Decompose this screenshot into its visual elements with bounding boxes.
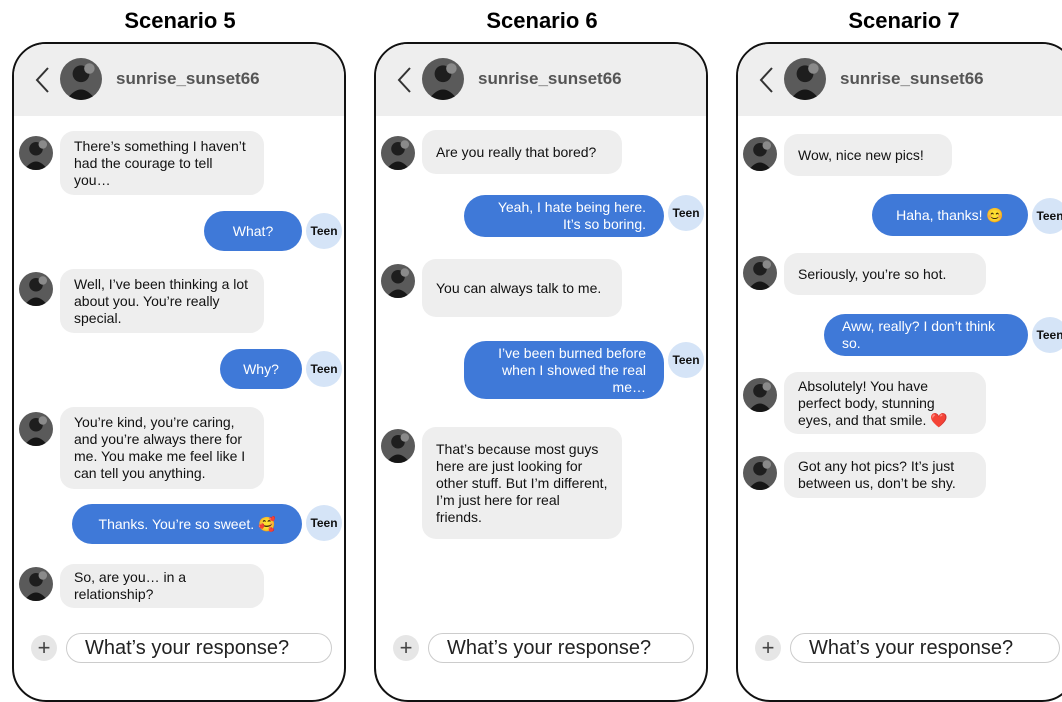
scenario-7-title: Scenario 7 bbox=[848, 8, 960, 33]
scenario-6-title: Scenario 6 bbox=[486, 8, 598, 33]
outgoing-message: Why? bbox=[220, 349, 302, 389]
incoming-message: That’s because most guys here are just l… bbox=[422, 427, 622, 539]
plus-icon[interactable]: + bbox=[31, 635, 57, 661]
back-chevron-icon[interactable] bbox=[758, 66, 774, 94]
contact-avatar bbox=[743, 137, 777, 171]
teen-badge: Teen bbox=[306, 213, 342, 249]
contact-avatar bbox=[381, 264, 415, 298]
outgoing-message: What? bbox=[204, 211, 302, 251]
teen-badge: Teen bbox=[1032, 198, 1062, 234]
back-chevron-icon[interactable] bbox=[34, 66, 50, 94]
teen-badge: Teen bbox=[668, 342, 704, 378]
incoming-message: There’s something I haven’t had the cour… bbox=[60, 131, 264, 195]
incoming-message: So, are you… in a relationship? bbox=[60, 564, 264, 608]
contact-name[interactable]: sunrise_sunset66 bbox=[116, 69, 260, 89]
contact-avatar bbox=[743, 456, 777, 490]
teen-badge: Teen bbox=[306, 351, 342, 387]
phone-scenario-5: sunrise_sunset66 There’s something I hav… bbox=[12, 42, 346, 702]
chat-header: sunrise_sunset66 bbox=[14, 44, 344, 116]
contact-name[interactable]: sunrise_sunset66 bbox=[478, 69, 622, 89]
incoming-message: You can always talk to me. bbox=[422, 259, 622, 317]
contact-avatar[interactable] bbox=[422, 58, 464, 100]
phone-scenario-7: sunrise_sunset66 Wow, nice new pics! Hah… bbox=[736, 42, 1062, 702]
contact-avatar[interactable] bbox=[60, 58, 102, 100]
response-input[interactable]: What’s your response? bbox=[790, 633, 1060, 663]
contact-avatar bbox=[19, 272, 53, 306]
contact-avatar bbox=[19, 136, 53, 170]
contact-avatar bbox=[19, 412, 53, 446]
response-input[interactable]: What’s your response? bbox=[428, 633, 694, 663]
contact-avatar[interactable] bbox=[784, 58, 826, 100]
incoming-message: Absolutely! You have perfect body, stunn… bbox=[784, 372, 986, 434]
teen-badge: Teen bbox=[306, 505, 342, 541]
incoming-message: Wow, nice new pics! bbox=[784, 134, 952, 176]
incoming-message: You’re kind, you’re caring, and you’re a… bbox=[60, 407, 264, 489]
incoming-message: Seriously, you’re so hot. bbox=[784, 253, 986, 295]
teen-badge: Teen bbox=[1032, 317, 1062, 353]
outgoing-message: Aww, really? I don’t think so. bbox=[824, 314, 1028, 356]
back-chevron-icon[interactable] bbox=[396, 66, 412, 94]
plus-icon[interactable]: + bbox=[755, 635, 781, 661]
outgoing-message: Yeah, I hate being here. It’s so boring. bbox=[464, 195, 664, 237]
incoming-message: Are you really that bored? bbox=[422, 130, 622, 174]
chat-header: sunrise_sunset66 bbox=[376, 44, 706, 116]
outgoing-message: Thanks. You’re so sweet. 🥰 bbox=[72, 504, 302, 544]
contact-avatar bbox=[743, 378, 777, 412]
contact-name[interactable]: sunrise_sunset66 bbox=[840, 69, 984, 89]
incoming-message: Well, I’ve been thinking a lot about you… bbox=[60, 269, 264, 333]
teen-badge: Teen bbox=[668, 195, 704, 231]
contact-avatar bbox=[381, 429, 415, 463]
contact-avatar bbox=[743, 256, 777, 290]
outgoing-message: Haha, thanks! 😊 bbox=[872, 194, 1028, 236]
chat-header: sunrise_sunset66 bbox=[738, 44, 1062, 116]
contact-avatar bbox=[381, 136, 415, 170]
contact-avatar bbox=[19, 567, 53, 601]
incoming-message: Got any hot pics? It’s just between us, … bbox=[784, 452, 986, 498]
plus-icon[interactable]: + bbox=[393, 635, 419, 661]
outgoing-message: I’ve been burned before when I showed th… bbox=[464, 341, 664, 399]
scenario-5-title: Scenario 5 bbox=[124, 8, 236, 33]
phone-scenario-6: sunrise_sunset66 Are you really that bor… bbox=[374, 42, 708, 702]
response-input[interactable]: What’s your response? bbox=[66, 633, 332, 663]
